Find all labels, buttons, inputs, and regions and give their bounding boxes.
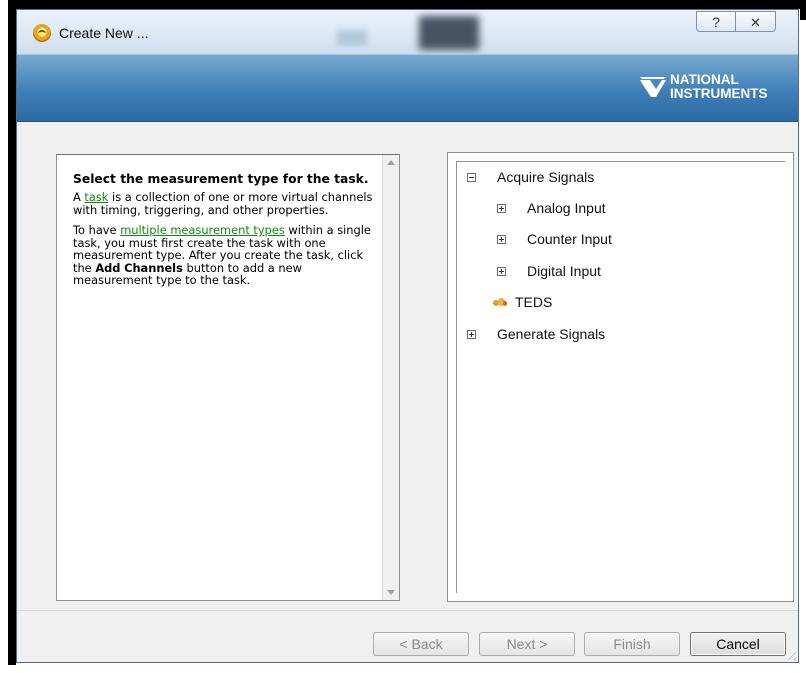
next-button[interactable]: Next > [479, 632, 575, 656]
ni-max-icon [33, 24, 51, 42]
expand-icon[interactable] [497, 267, 506, 276]
header-banner: NATIONAL INSTRUMENTS [17, 54, 798, 122]
black-border-right [800, 0, 806, 20]
expand-icon[interactable] [467, 330, 476, 339]
tree-view: Acquire Signals Analog Input Counter Inp… [456, 161, 785, 593]
task-definition: A task is a collection of one or more vi… [73, 191, 383, 216]
expand-icon[interactable] [497, 204, 506, 213]
blurred-background-shape [419, 16, 479, 50]
tree-item-label: TEDS [515, 294, 553, 310]
back-button[interactable]: < Back [373, 632, 469, 656]
expand-icon[interactable] [497, 235, 506, 244]
help-text: Select the measurement type for the task… [73, 173, 383, 295]
collapse-icon[interactable] [467, 173, 476, 182]
title-bar[interactable]: Create New ... ? ✕ [17, 10, 798, 54]
close-button[interactable]: ✕ [736, 11, 776, 32]
tree-item-label: Acquire Signals [497, 169, 595, 185]
national-instruments-logo: NATIONAL INSTRUMENTS [640, 73, 790, 105]
footer-divider [17, 610, 798, 611]
black-border-left [8, 0, 16, 665]
tree-item-label: Analog Input [527, 200, 606, 216]
help-button[interactable]: ? [696, 11, 736, 32]
logo-line2: INSTRUMENTS [670, 86, 768, 101]
ni-eagle-icon [640, 77, 666, 97]
scroll-down-icon[interactable] [387, 590, 395, 595]
help-heading: Select the measurement type for the task… [73, 172, 369, 186]
cancel-button[interactable]: Cancel [690, 632, 786, 656]
blurred-background-shape [337, 30, 367, 46]
teds-icon [493, 297, 507, 309]
measurement-type-tree[interactable]: Acquire Signals Analog Input Counter Inp… [447, 152, 794, 602]
logo-text: NATIONAL INSTRUMENTS [670, 73, 768, 101]
finish-button[interactable]: Finish [584, 632, 680, 656]
tree-item-label: Generate Signals [497, 326, 606, 342]
tree-item-label: Counter Input [527, 231, 612, 247]
scroll-up-icon[interactable] [387, 160, 395, 165]
screen-background: Create New ... ? ✕ NATIONAL INSTRUMENTS … [0, 0, 806, 673]
black-border-top [8, 0, 806, 9]
text: is a collection of one or more virtual c… [73, 190, 373, 217]
tree-item-label: Digital Input [527, 263, 601, 279]
help-text-panel: Select the measurement type for the task… [56, 154, 400, 601]
help-scrollbar[interactable] [382, 155, 399, 600]
window-title: Create New ... [59, 25, 149, 41]
logo-line1: NATIONAL [670, 72, 739, 87]
create-new-dialog: Create New ... ? ✕ NATIONAL INSTRUMENTS … [16, 9, 799, 663]
multiple-types-help: To have multiple measurement types withi… [73, 224, 383, 287]
